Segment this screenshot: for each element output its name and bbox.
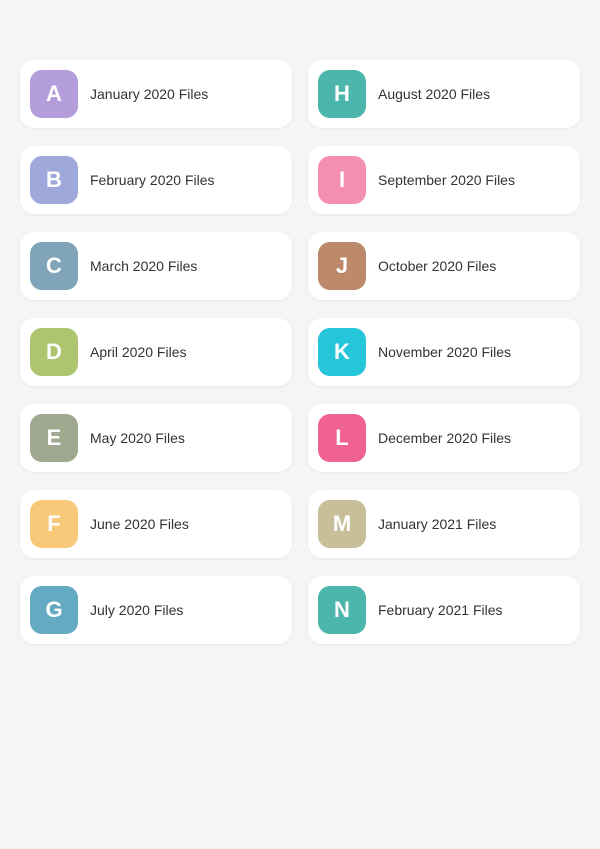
folder-label: September 2020 Files [378,172,515,188]
folder-grid: A January 2020 Files H August 2020 Files B Fe… [20,60,580,644]
folder-badge: J [318,242,366,290]
folder-label: June 2020 Files [90,516,189,532]
folder-label: April 2020 Files [90,344,187,360]
folder-badge: G [30,586,78,634]
folder-badge: K [318,328,366,376]
folder-item[interactable]: C March 2020 Files [20,232,292,300]
folder-badge: D [30,328,78,376]
folder-item[interactable]: M January 2021 Files [308,490,580,558]
folder-item[interactable]: D April 2020 Files [20,318,292,386]
folder-item[interactable]: F June 2020 Files [20,490,292,558]
folder-label: January 2020 Files [90,86,208,102]
folder-item[interactable]: I September 2020 Files [308,146,580,214]
folder-item[interactable]: L December 2020 Files [308,404,580,472]
folder-label: February 2020 Files [90,172,215,188]
folder-label: December 2020 Files [378,430,511,446]
folder-badge: F [30,500,78,548]
folder-badge: A [30,70,78,118]
folder-badge: L [318,414,366,462]
folder-badge: H [318,70,366,118]
folder-badge: B [30,156,78,204]
folder-badge: I [318,156,366,204]
folder-label: May 2020 Files [90,430,185,446]
folder-label: October 2020 Files [378,258,496,274]
folder-label: July 2020 Files [90,602,183,618]
folder-label: August 2020 Files [378,86,490,102]
folder-badge: N [318,586,366,634]
folder-item[interactable]: J October 2020 Files [308,232,580,300]
folder-label: February 2021 Files [378,602,503,618]
folder-label: March 2020 Files [90,258,197,274]
folder-label: November 2020 Files [378,344,511,360]
folder-badge: E [30,414,78,462]
folder-item[interactable]: K November 2020 Files [308,318,580,386]
folder-item[interactable]: H August 2020 Files [308,60,580,128]
folder-item[interactable]: E May 2020 Files [20,404,292,472]
folder-label: January 2021 Files [378,516,496,532]
folder-badge: M [318,500,366,548]
folder-item[interactable]: B February 2020 Files [20,146,292,214]
folder-item[interactable]: N February 2021 Files [308,576,580,644]
folder-item[interactable]: A January 2020 Files [20,60,292,128]
folder-item[interactable]: G July 2020 Files [20,576,292,644]
folder-badge: C [30,242,78,290]
